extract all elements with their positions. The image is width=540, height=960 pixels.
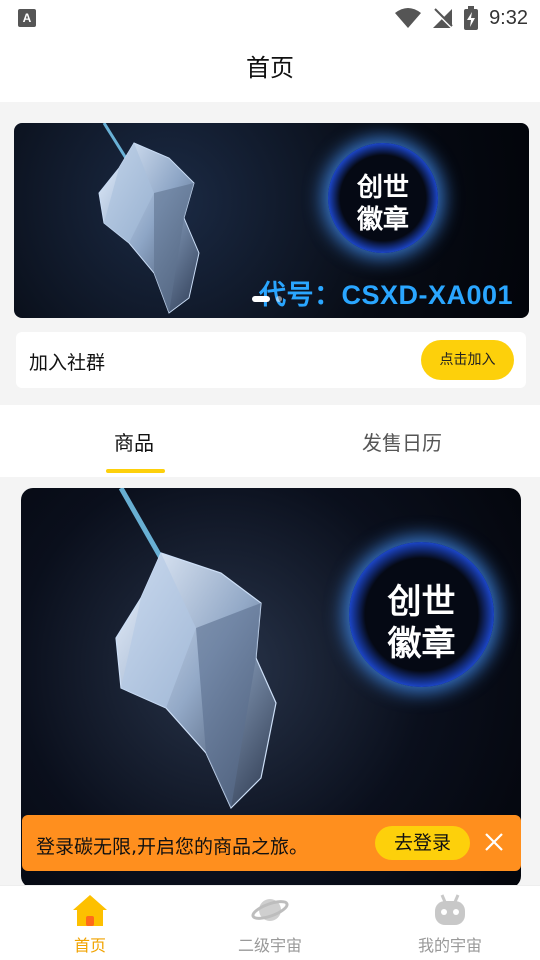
close-icon[interactable] <box>483 831 505 853</box>
nav-item-my-universe[interactable]: 我的宇宙 <box>390 892 510 956</box>
home-icon <box>73 895 107 926</box>
status-time: 9:32 <box>489 6 528 29</box>
nav-item-home[interactable]: 首页 <box>30 892 150 956</box>
badge-orb: 创世 徽章 <box>328 143 438 253</box>
battery-charging-icon <box>464 6 479 30</box>
carousel-dot-active <box>252 296 270 302</box>
community-label: 加入社群 <box>29 352 106 374</box>
bottom-nav: 首页 二级宇宙 我的宇宙 <box>0 885 540 960</box>
crystal-image <box>98 123 200 314</box>
join-community-button[interactable]: 点击加入 <box>421 340 514 380</box>
badge-orb: 创世 徽章 <box>349 542 494 687</box>
banner-code-text: 代号：CSXD-XA001 <box>259 280 514 310</box>
go-login-button[interactable]: 去登录 <box>375 826 470 860</box>
status-bar: A 9:32 <box>0 0 540 36</box>
tab-bar: 商品 发售日历 <box>0 405 540 477</box>
robot-icon <box>435 894 465 925</box>
planet-icon <box>251 899 289 921</box>
page-title: 首页 <box>246 54 294 82</box>
wifi-icon <box>395 8 422 28</box>
status-icons: 9:32 <box>395 5 528 31</box>
carousel-indicator <box>252 296 282 302</box>
nav-label-home: 首页 <box>73 936 106 955</box>
banner-carousel[interactable]: 创世 徽章 代号：CSXD-XA001 <box>14 123 529 318</box>
tab-active-indicator <box>106 469 165 473</box>
badge-line2: 徽章 <box>387 624 456 664</box>
login-prompt-bar: 登录碳无限,开启您的商品之旅。 去登录 <box>22 815 521 871</box>
carousel-dot <box>276 296 282 302</box>
tab-release-calendar[interactable]: 发售日历 <box>362 427 442 456</box>
tab-goods[interactable]: 商品 <box>114 427 154 456</box>
nav-label-my-universe: 我的宇宙 <box>417 936 482 955</box>
crystal-image <box>115 488 277 810</box>
no-signal-icon <box>432 8 453 29</box>
community-row: 加入社群 点击加入 <box>16 332 526 388</box>
nav-label-second-universe: 二级宇宙 <box>237 936 302 955</box>
nav-item-second-universe[interactable]: 二级宇宙 <box>210 892 330 956</box>
badge-line2: 徽章 <box>356 205 409 235</box>
title-bar: 首页 <box>0 36 540 102</box>
accessibility-icon: A <box>18 9 36 27</box>
login-prompt-text: 登录碳无限,开启您的商品之旅。 <box>36 836 309 858</box>
